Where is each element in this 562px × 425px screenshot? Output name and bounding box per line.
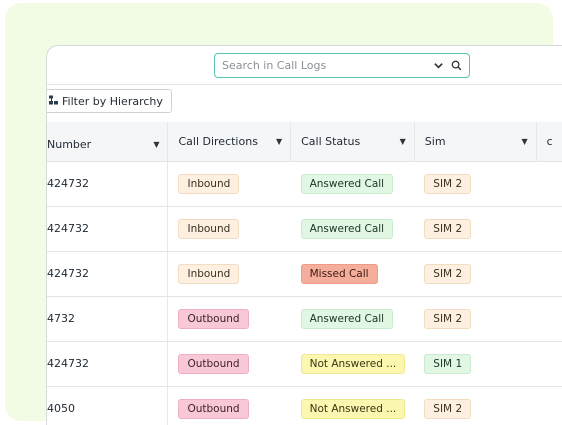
sim-badge: SIM 2 xyxy=(424,218,472,239)
cell-sim: SIM 2 xyxy=(414,161,537,207)
cell-direction: Inbound xyxy=(167,161,291,207)
sort-caret-icon[interactable]: ▼ xyxy=(153,140,159,149)
cell-direction: Inbound xyxy=(167,206,291,252)
column-header-label: Sim xyxy=(424,134,446,148)
cell-status: Not Answered ... xyxy=(290,386,415,425)
call-logs-table: Number ▼ Call Directions ▼ Call Status ▼ Si… xyxy=(47,122,562,425)
chevron-down-icon[interactable] xyxy=(429,60,447,71)
direction-badge: Inbound xyxy=(178,263,240,284)
table-row[interactable]: 424732 Inbound Missed Call SIM 2 xyxy=(47,251,562,297)
column-header-sim[interactable]: Sim ▼ xyxy=(413,122,537,162)
cell-number: 424732 xyxy=(47,161,168,207)
sim-badge: SIM 2 xyxy=(424,263,472,284)
search-bar[interactable] xyxy=(214,53,470,78)
cell-sim: SIM 2 xyxy=(414,386,537,425)
direction-badge: Inbound xyxy=(178,173,240,194)
header-divider xyxy=(47,84,562,85)
table-row[interactable]: 424732 Outbound Not Answered ... SIM 1 xyxy=(47,341,562,387)
cell-status: Missed Call xyxy=(290,251,415,297)
column-header-truncated: c xyxy=(535,122,562,162)
search-icon[interactable] xyxy=(447,60,465,71)
cell-number: 424732 xyxy=(47,341,168,387)
table-header-row: Number ▼ Call Directions ▼ Call Status ▼ Si… xyxy=(47,122,562,162)
cell-direction: Outbound xyxy=(167,341,291,387)
cell-sim: SIM 2 xyxy=(414,251,537,297)
filter-label: Filter by Hierarchy xyxy=(62,94,163,108)
cell-status: Not Answered ... xyxy=(290,341,415,387)
status-badge: Not Answered ... xyxy=(300,353,406,374)
cell-status: Answered Call xyxy=(290,206,415,252)
cell-truncated xyxy=(536,161,562,207)
status-badge: Answered Call xyxy=(300,308,394,329)
sort-caret-icon[interactable]: ▼ xyxy=(400,137,406,146)
search-input[interactable] xyxy=(215,54,429,77)
table-row[interactable]: 424732 Inbound Answered Call SIM 2 xyxy=(47,206,562,252)
cell-number: 424732 xyxy=(47,251,168,297)
cell-truncated xyxy=(536,206,562,252)
table-row[interactable]: 424732 Inbound Answered Call SIM 2 xyxy=(47,161,562,207)
column-header-label: Call Directions xyxy=(178,134,258,148)
sim-badge: SIM 2 xyxy=(424,308,472,329)
cell-direction: Outbound xyxy=(167,296,291,342)
column-header-number[interactable]: Number ▼ xyxy=(47,122,168,162)
cell-number: 4050 xyxy=(47,386,168,425)
sim-badge: SIM 1 xyxy=(424,353,472,374)
cell-direction: Inbound xyxy=(167,251,291,297)
call-logs-window: Filter by Hierarchy Number ▼ Call Directi… xyxy=(46,45,562,425)
filter-by-hierarchy-button[interactable]: Filter by Hierarchy xyxy=(47,89,172,113)
column-header-label: Call Status xyxy=(301,134,361,148)
cell-sim: SIM 1 xyxy=(414,341,537,387)
cell-sim: SIM 2 xyxy=(414,206,537,252)
direction-badge: Outbound xyxy=(178,398,249,419)
status-badge: Missed Call xyxy=(300,263,378,284)
cell-status: Answered Call xyxy=(290,161,415,207)
column-header-call-directions[interactable]: Call Directions ▼ xyxy=(167,122,291,162)
sort-caret-icon[interactable]: ▼ xyxy=(522,137,528,146)
table-row[interactable]: 4050 Outbound Not Answered ... SIM 2 xyxy=(47,386,562,425)
status-badge: Not Answered ... xyxy=(300,398,406,419)
status-badge: Answered Call xyxy=(300,173,394,194)
direction-badge: Inbound xyxy=(178,218,240,239)
column-header-call-status[interactable]: Call Status ▼ xyxy=(290,122,415,162)
sim-badge: SIM 2 xyxy=(424,398,472,419)
sim-badge: SIM 2 xyxy=(424,173,472,194)
hierarchy-icon xyxy=(48,95,58,108)
cell-status: Answered Call xyxy=(290,296,415,342)
cell-truncated xyxy=(536,386,562,425)
cell-number: 424732 xyxy=(47,206,168,252)
column-header-label: Number xyxy=(47,137,92,151)
sort-caret-icon[interactable]: ▼ xyxy=(276,137,282,146)
cell-truncated xyxy=(536,296,562,342)
status-badge: Answered Call xyxy=(300,218,394,239)
direction-badge: Outbound xyxy=(178,353,249,374)
cell-truncated xyxy=(536,341,562,387)
cell-truncated xyxy=(536,251,562,297)
table-row[interactable]: 4732 Outbound Answered Call SIM 2 xyxy=(47,296,562,342)
cell-number: 4732 xyxy=(47,296,168,342)
cell-sim: SIM 2 xyxy=(414,296,537,342)
cell-direction: Outbound xyxy=(167,386,291,425)
direction-badge: Outbound xyxy=(178,308,249,329)
truncated-header-label: c xyxy=(546,134,553,148)
